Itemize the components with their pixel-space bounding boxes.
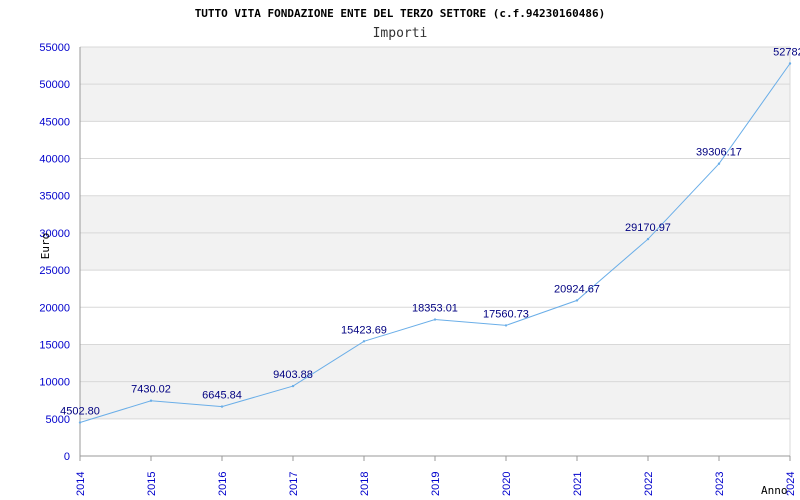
x-tick-label: 2022 bbox=[643, 472, 655, 496]
grid-band bbox=[80, 344, 790, 382]
data-point bbox=[504, 324, 508, 327]
data-label: 20924.67 bbox=[554, 283, 600, 295]
data-label: 7430.02 bbox=[131, 384, 171, 396]
chart-title: TUTTO VITA FONDAZIONE ENTE DEL TERZO SET… bbox=[195, 7, 606, 20]
y-tick-label: 10000 bbox=[39, 377, 70, 389]
data-label: 15423.69 bbox=[341, 324, 387, 336]
grid-band bbox=[80, 47, 790, 85]
x-tick-label: 2019 bbox=[430, 472, 442, 496]
y-tick-label: 40000 bbox=[39, 154, 70, 166]
data-point bbox=[717, 162, 721, 165]
x-tick-label: 2017 bbox=[288, 472, 300, 496]
y-tick-label: 20000 bbox=[39, 302, 70, 314]
data-point bbox=[220, 405, 224, 408]
line-chart: TUTTO VITA FONDAZIONE ENTE DEL TERZO SET… bbox=[39, 7, 800, 497]
y-tick-label: 35000 bbox=[39, 191, 70, 203]
data-label: 17560.73 bbox=[483, 308, 529, 320]
data-label: 9403.88 bbox=[273, 369, 313, 381]
x-tick-label: 2020 bbox=[501, 472, 513, 496]
x-tick-label: 2021 bbox=[572, 472, 584, 496]
data-point bbox=[788, 62, 792, 65]
data-point bbox=[433, 318, 437, 321]
data-point bbox=[362, 340, 366, 343]
x-tick-label: 2014 bbox=[75, 472, 87, 496]
x-tick-label: 2015 bbox=[146, 472, 158, 496]
x-tick-label: 2016 bbox=[217, 472, 229, 496]
data-point bbox=[149, 399, 153, 402]
data-label: 29170.97 bbox=[625, 222, 671, 234]
grid-band bbox=[80, 381, 790, 419]
grid-band bbox=[80, 232, 790, 271]
x-axis-label: Anno bbox=[761, 484, 788, 497]
data-label: 39306.17 bbox=[696, 147, 742, 159]
x-tick-label: 2018 bbox=[359, 472, 371, 496]
y-tick-label: 15000 bbox=[39, 339, 70, 351]
x-tick-labels: 2014 2015 2016 2017 2018 2019 2020 2021 2022 2023… bbox=[75, 472, 797, 496]
data-point bbox=[78, 421, 82, 424]
y-tick-label: 50000 bbox=[39, 79, 70, 91]
x-tick-label: 2023 bbox=[714, 472, 726, 496]
data-point bbox=[291, 384, 295, 388]
data-label: 52782. bbox=[773, 46, 800, 58]
y-tick-label: 0 bbox=[64, 451, 70, 463]
y-tick-label: 25000 bbox=[39, 265, 70, 277]
y-tick-label: 45000 bbox=[39, 116, 70, 128]
data-label: 4502.80 bbox=[60, 406, 100, 418]
data-label: 6645.84 bbox=[202, 390, 242, 402]
data-label: 18353.01 bbox=[412, 303, 458, 315]
y-tick-label: 55000 bbox=[39, 42, 70, 54]
grid-band bbox=[80, 84, 790, 122]
data-point bbox=[646, 237, 650, 241]
data-point bbox=[575, 299, 579, 302]
y-axis-label: Euro bbox=[39, 233, 52, 260]
chart-subtitle: Importi bbox=[373, 26, 428, 41]
